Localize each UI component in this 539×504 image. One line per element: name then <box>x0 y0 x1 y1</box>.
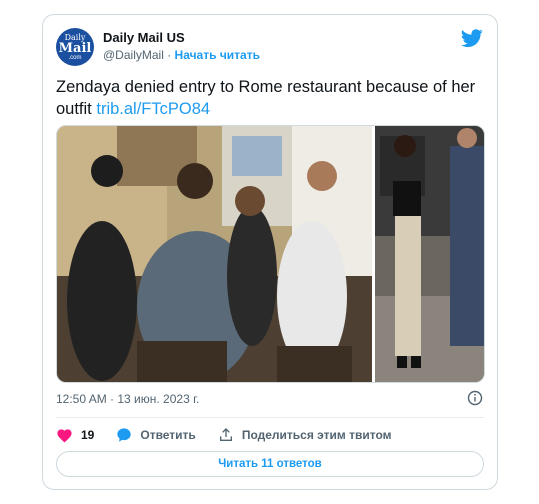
share-button[interactable]: Поделиться этим твитом <box>218 427 392 443</box>
like-count: 19 <box>81 428 95 442</box>
account-name[interactable]: Daily Mail US <box>103 30 185 45</box>
twitter-bird-icon[interactable] <box>461 27 483 49</box>
tweet-card: Daily Mail .com Daily Mail US @DailyMail… <box>42 14 498 490</box>
tweet-link[interactable]: trib.al/FTcPO84 <box>96 100 210 118</box>
separator-dot: · <box>167 48 172 62</box>
account-handle[interactable]: @DailyMail <box>103 48 164 62</box>
photo-street[interactable] <box>375 126 485 383</box>
read-replies-button[interactable]: Читать 11 ответов <box>56 451 484 477</box>
tweet-text: Zendaya denied entry to Rome restaurant … <box>56 76 484 120</box>
photo-restaurant[interactable] <box>57 126 372 383</box>
info-icon[interactable] <box>467 390 483 406</box>
reply-bubble-icon <box>117 428 132 442</box>
media-grid[interactable] <box>56 125 485 383</box>
like-button[interactable]: 19 <box>56 427 94 443</box>
share-icon <box>219 428 232 441</box>
avatar-text-2: Mail <box>58 40 92 56</box>
heart-icon <box>57 429 72 443</box>
action-bar: 19 Ответить Поделиться этим твитом <box>56 426 414 444</box>
avatar[interactable]: Daily Mail .com <box>56 28 94 66</box>
reply-label: Ответить <box>140 428 196 442</box>
reply-button[interactable]: Ответить <box>116 427 196 443</box>
share-label: Поделиться этим твитом <box>241 428 392 442</box>
handle-row: @DailyMail · Начать читать <box>103 48 260 62</box>
divider <box>56 417 484 418</box>
follow-link[interactable]: Начать читать <box>175 48 260 62</box>
tweet-timestamp[interactable]: 12:50 AM · 13 июн. 2023 г. <box>56 392 199 406</box>
avatar-text-3: .com <box>68 54 82 61</box>
